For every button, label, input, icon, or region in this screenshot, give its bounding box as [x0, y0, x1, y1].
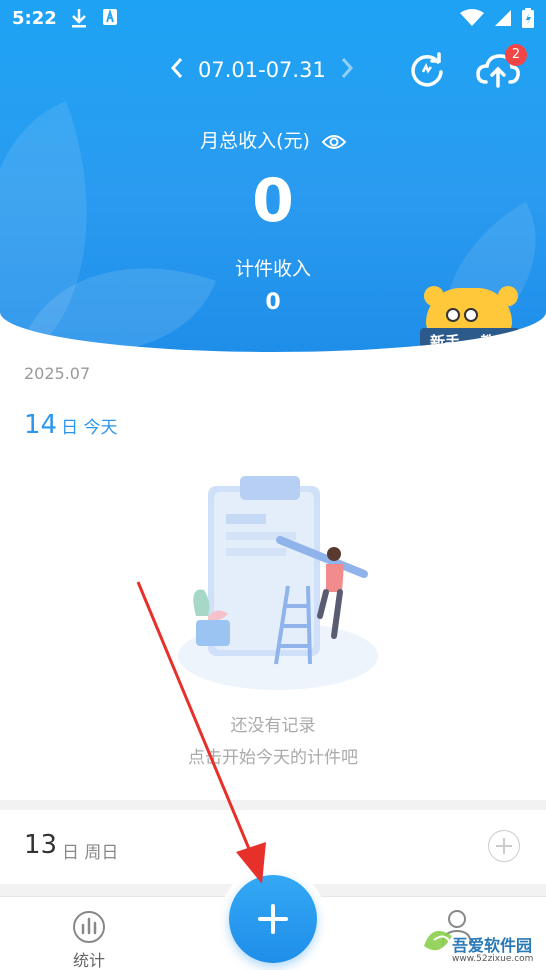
a-icon — [103, 8, 117, 25]
sync-badge: 2 — [505, 44, 527, 66]
tutorial-button[interactable]: 新手 教程 — [418, 286, 522, 352]
tutorial-word-2: 教程 — [479, 332, 510, 351]
add-record-button[interactable] — [229, 875, 317, 963]
day-header-today: 14 日 今天 — [24, 410, 118, 440]
status-time: 5:22 — [12, 8, 57, 29]
stats-icon — [73, 911, 105, 943]
status-bar: 5:22 — [0, 0, 546, 38]
header: 5:22 07.01-07.31 2 月总收入(元) 0 计件收入 0 新手 教… — [0, 0, 546, 352]
month-total-label-row: 月总收入(元) — [0, 126, 546, 153]
chevron-right-icon[interactable] — [340, 57, 354, 84]
divider — [0, 800, 546, 810]
signal-icon — [495, 10, 511, 26]
wifi-icon — [460, 9, 484, 26]
empty-state-title: 还没有记录 — [230, 716, 316, 736]
bear-eye — [464, 308, 478, 322]
download-icon — [72, 9, 86, 28]
month-total-value: 0 — [252, 166, 294, 236]
date-range-nav: 07.01-07.31 — [170, 52, 370, 88]
eye-icon[interactable] — [321, 134, 346, 150]
piece-income-label: 计件收入 — [234, 258, 311, 280]
nav-stats[interactable]: 统计 — [54, 903, 124, 970]
bear-eye — [446, 308, 460, 322]
refresh-icon[interactable] — [408, 52, 446, 90]
tutorial-word-1: 新手 — [429, 332, 460, 351]
battery-icon — [522, 8, 534, 28]
watermark-text: 吾爱软件园 — [452, 936, 533, 955]
day-suffix: 日 今天 — [61, 418, 118, 438]
year-month-label: 2025.07 — [24, 364, 91, 383]
month-total-label: 月总收入(元) — [200, 130, 310, 152]
status-left-icons — [70, 8, 118, 28]
chevron-left-icon[interactable] — [170, 57, 184, 84]
empty-state-hint: 点击开始今天的计件吧 — [188, 748, 358, 768]
nav-stats-label: 统计 — [72, 951, 105, 970]
status-right-icons — [460, 8, 534, 28]
day-number: 13 — [24, 830, 58, 860]
watermark-url: www.52zixue.com — [452, 954, 534, 964]
date-range[interactable]: 07.01-07.31 — [198, 58, 326, 82]
tutorial-label: 新手 教程 — [420, 328, 520, 352]
day-suffix: 日 周日 — [62, 843, 119, 863]
empty-state-illustration — [178, 476, 378, 690]
day-number: 14 — [24, 410, 58, 440]
add-icon[interactable] — [488, 830, 520, 862]
